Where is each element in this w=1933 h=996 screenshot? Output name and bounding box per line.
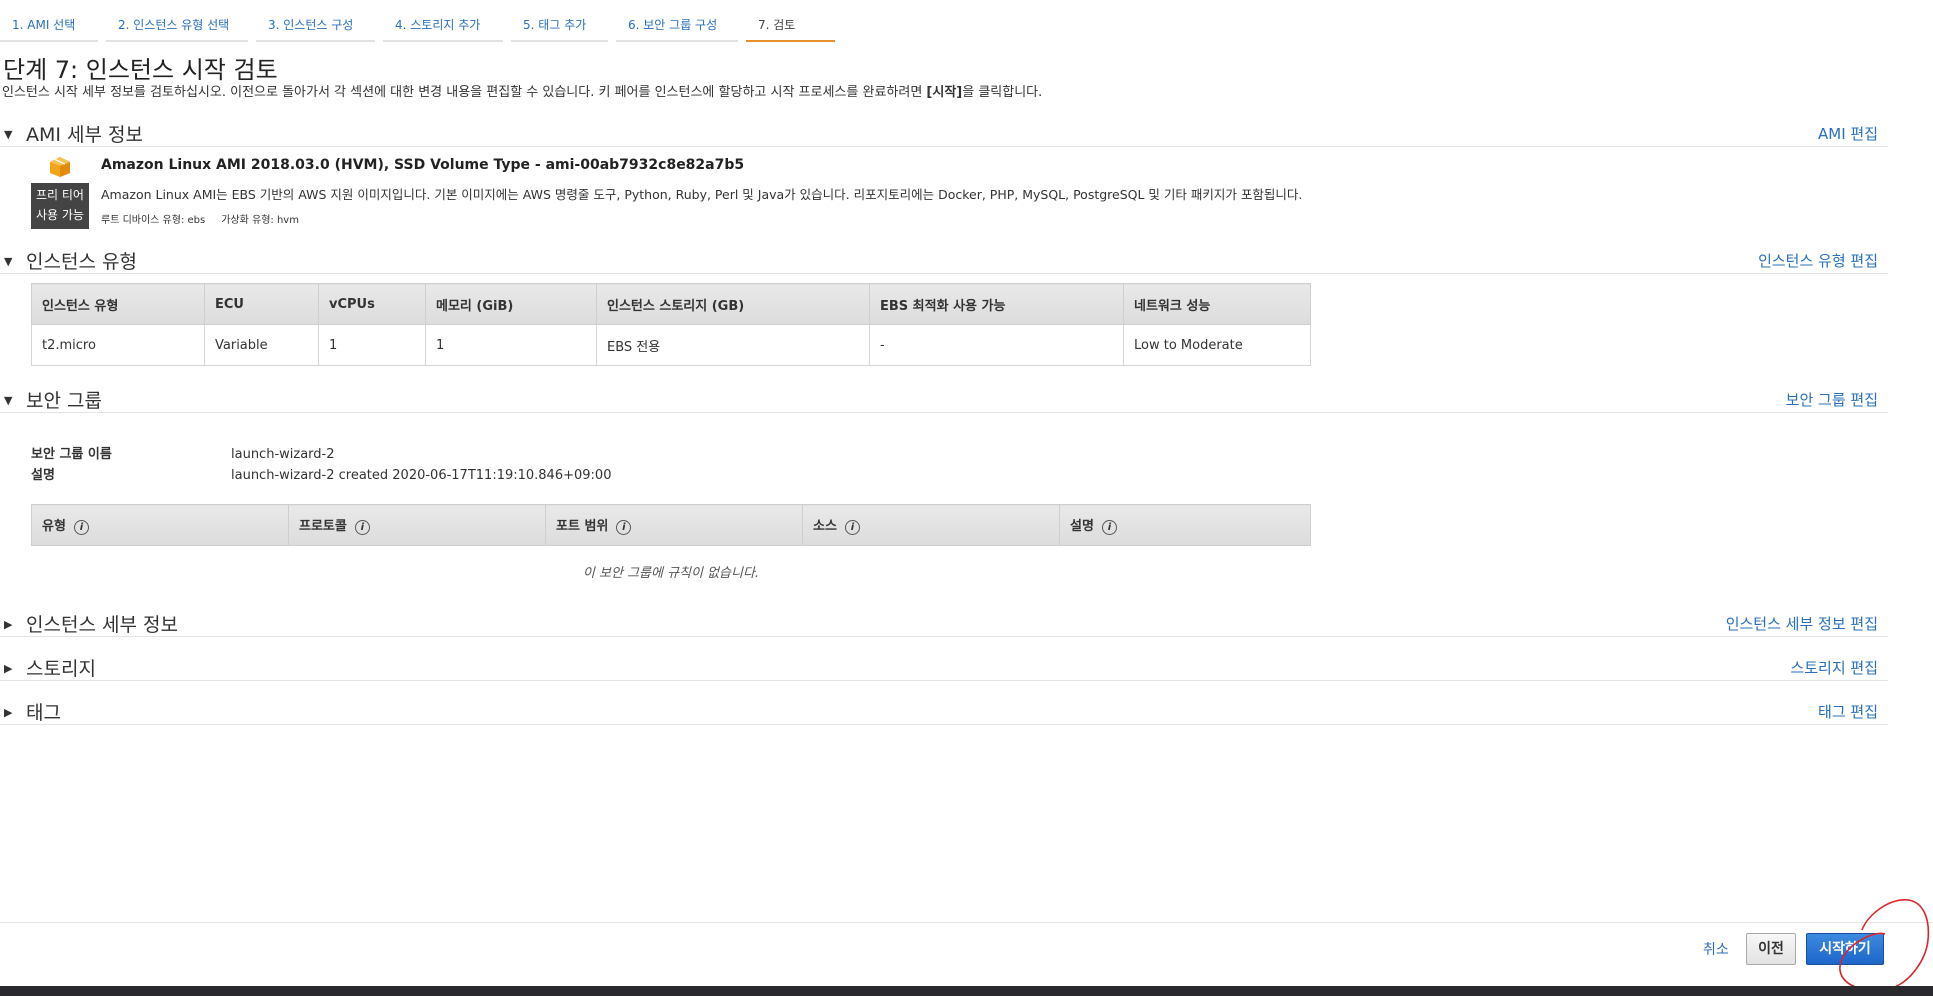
security-group-description-value: launch-wizard-2 created 2020-06-17T11:19… <box>231 468 612 483</box>
page-description: 인스턴스 시작 세부 정보를 검토하십시오. 이전으로 돌아가서 각 섹션에 대… <box>2 81 1042 100</box>
tab-add-tags[interactable]: 5. 태그 추가 <box>511 10 608 42</box>
free-tier-badge-line2: 사용 가능 <box>36 208 84 222</box>
caret-down-icon: ▼ <box>4 394 13 407</box>
storage-section-title: 스토리지 <box>26 658 96 680</box>
security-group-name-label: 보안 그룹 이름 <box>31 447 112 462</box>
virtualization-type: 가상화 유형: hvm <box>221 215 299 226</box>
box-icon <box>50 157 70 177</box>
edit-security-group-link[interactable]: 보안 그룹 편집 <box>1786 389 1878 410</box>
footer-divider <box>0 922 1933 923</box>
tags-section-header[interactable]: ▶ 태그 태그 편집 <box>0 698 1888 725</box>
table-cell: Low to Moderate <box>1123 324 1311 366</box>
ami-section-header[interactable]: ▼ AMI 세부 정보 AMI 편집 <box>0 120 1888 147</box>
tab-choose-ami[interactable]: 1. AMI 선택 <box>0 10 98 42</box>
previous-button[interactable]: 이전 <box>1746 933 1796 965</box>
column-header: 유형 i <box>31 504 289 546</box>
column-header: 인스턴스 스토리지 (GB) <box>596 283 870 325</box>
security-group-section-title: 보안 그룹 <box>26 390 102 412</box>
table-cell: 1 <box>425 324 597 366</box>
security-group-description-row: 설명 launch-wizard-2 created 2020-06-17T11:… <box>31 464 611 483</box>
caret-right-icon: ▶ <box>4 706 13 719</box>
security-rules-table: 유형 i 프로토콜 i 포트 범위 i 소스 i 설명 i <box>31 504 1311 546</box>
caret-right-icon: ▶ <box>4 618 13 631</box>
edit-ami-link[interactable]: AMI 편집 <box>1818 123 1878 144</box>
table-cell: t2.micro <box>31 324 205 366</box>
column-header: 설명 i <box>1059 504 1311 546</box>
column-header-label: 포트 범위 <box>556 519 609 534</box>
tab-configure-instance[interactable]: 3. 인스턴스 구성 <box>256 10 375 42</box>
caret-down-icon: ▼ <box>4 128 13 141</box>
tags-section-title: 태그 <box>26 702 61 724</box>
table-cell: EBS 전용 <box>596 324 870 366</box>
tab-configure-security-group[interactable]: 6. 보안 그룹 구성 <box>616 10 738 42</box>
free-tier-badge-line1: 프리 티어 <box>36 188 84 202</box>
security-group-name-row: 보안 그룹 이름 launch-wizard-2 <box>31 443 335 462</box>
column-header-label: 유형 <box>42 519 66 534</box>
bottom-status-bar <box>0 986 1933 996</box>
ami-meta: 루트 디바이스 유형: ebs 가상화 유형: hvm <box>101 211 299 226</box>
column-header-label: 프로토콜 <box>299 519 347 534</box>
ami-section-title: AMI 세부 정보 <box>26 124 143 146</box>
column-header: EBS 최적화 사용 가능 <box>869 283 1124 325</box>
column-header: 소스 i <box>802 504 1060 546</box>
column-header: 메모리 (GiB) <box>425 283 597 325</box>
info-icon[interactable]: i <box>616 520 632 535</box>
ami-name: Amazon Linux AMI 2018.03.0 (HVM), SSD Vo… <box>101 157 745 173</box>
table-cell: 1 <box>318 324 426 366</box>
edit-instance-details-link[interactable]: 인스턴스 세부 정보 편집 <box>1726 613 1878 634</box>
tab-add-storage[interactable]: 4. 스토리지 추가 <box>383 10 503 42</box>
page-description-text: 인스턴스 시작 세부 정보를 검토하십시오. 이전으로 돌아가서 각 섹션에 대… <box>2 85 927 100</box>
info-icon[interactable]: i <box>73 520 89 535</box>
edit-instance-type-link[interactable]: 인스턴스 유형 편집 <box>1758 250 1878 271</box>
table-cell: Variable <box>204 324 319 366</box>
tab-choose-instance-type[interactable]: 2. 인스턴스 유형 선택 <box>106 10 248 42</box>
column-header: 포트 범위 i <box>545 504 803 546</box>
page-title: 단계 7: 인스턴스 시작 검토 <box>3 56 278 84</box>
wizard-tabs: 1. AMI 선택 2. 인스턴스 유형 선택 3. 인스턴스 구성 4. 스토… <box>0 10 843 42</box>
edit-storage-link[interactable]: 스토리지 편집 <box>1790 657 1878 678</box>
info-icon[interactable]: i <box>844 520 860 535</box>
instance-details-section-header[interactable]: ▶ 인스턴스 세부 정보 인스턴스 세부 정보 편집 <box>0 610 1888 637</box>
table-header-row: 유형 i 프로토콜 i 포트 범위 i 소스 i 설명 i <box>31 504 1311 546</box>
column-header: 네트워크 성능 <box>1123 283 1311 325</box>
tab-review[interactable]: 7. 검토 <box>746 10 835 42</box>
free-tier-badge: 프리 티어 사용 가능 <box>31 183 89 229</box>
root-device-type: 루트 디바이스 유형: ebs <box>101 215 206 226</box>
cancel-link[interactable]: 취소 <box>1703 939 1729 959</box>
page-description-tail: 을 클릭합니다. <box>962 85 1043 100</box>
instance-details-section-title: 인스턴스 세부 정보 <box>26 614 178 636</box>
column-header-label: 소스 <box>813 519 837 534</box>
caret-down-icon: ▼ <box>4 255 13 268</box>
launch-button[interactable]: 시작하기 <box>1806 933 1884 965</box>
security-group-section-header[interactable]: ▼ 보안 그룹 보안 그룹 편집 <box>0 386 1888 413</box>
storage-section-header[interactable]: ▶ 스토리지 스토리지 편집 <box>0 654 1888 681</box>
ami-description: Amazon Linux AMI는 EBS 기반의 AWS 지원 이미지입니다.… <box>101 187 1303 202</box>
caret-right-icon: ▶ <box>4 662 13 675</box>
table-header-row: 인스턴스 유형 ECU vCPUs 메모리 (GiB) 인스턴스 스토리지 (G… <box>31 283 1311 325</box>
column-header-label: 설명 <box>1070 519 1094 534</box>
instance-type-section-title: 인스턴스 유형 <box>26 251 137 273</box>
info-icon[interactable]: i <box>354 520 370 535</box>
instance-type-section-header[interactable]: ▼ 인스턴스 유형 인스턴스 유형 편집 <box>0 247 1888 274</box>
column-header: 프로토콜 i <box>288 504 546 546</box>
column-header: 인스턴스 유형 <box>31 283 205 325</box>
edit-tags-link[interactable]: 태그 편집 <box>1818 701 1878 722</box>
instance-type-table: 인스턴스 유형 ECU vCPUs 메모리 (GiB) 인스턴스 스토리지 (G… <box>31 283 1311 366</box>
page-description-bold: [시작] <box>926 85 963 100</box>
table-cell: - <box>869 324 1124 366</box>
column-header: vCPUs <box>318 283 426 325</box>
no-rules-message: 이 보안 그룹에 규칙이 없습니다. <box>582 566 760 581</box>
column-header: ECU <box>204 283 319 325</box>
table-row: t2.micro Variable 1 1 EBS 전용 - Low to Mo… <box>31 324 1311 366</box>
info-icon[interactable]: i <box>1101 520 1117 535</box>
security-group-description-label: 설명 <box>31 468 55 483</box>
security-group-name-value: launch-wizard-2 <box>231 447 335 462</box>
